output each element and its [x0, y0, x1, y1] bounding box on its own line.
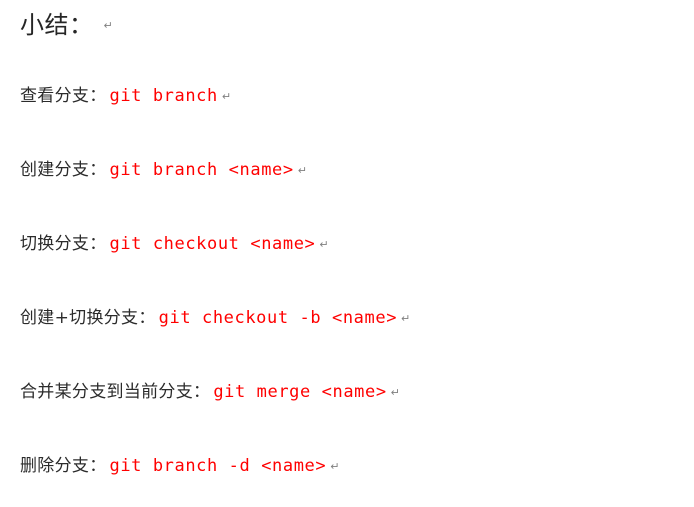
command-line: 合并某分支到当前分支： git merge <name> ↵ — [20, 380, 694, 454]
page-title-text: 小结： — [20, 11, 94, 39]
page-title: 小结： ↵ — [20, 10, 113, 40]
command-list: 查看分支： git branch ↵ 创建分支： git branch <nam… — [20, 84, 694, 507]
return-mark-icon: ↵ — [221, 90, 232, 103]
command-code: git branch <name> — [109, 160, 294, 180]
command-line: 切换分支： git checkout <name> ↵ — [20, 232, 694, 306]
command-label: 删除分支： — [20, 456, 107, 476]
command-line: 创建分支： git branch <name> ↵ — [20, 158, 694, 232]
command-code: git checkout -b <name> — [158, 308, 398, 328]
command-label: 查看分支： — [20, 86, 107, 106]
command-line: 查看分支： git branch ↵ — [20, 84, 694, 158]
command-code: git merge <name> — [213, 382, 387, 402]
command-label: 创建分支： — [20, 160, 107, 180]
command-line: 删除分支： git branch -d <name> ↵ — [20, 454, 694, 507]
return-mark-icon: ↵ — [319, 238, 329, 251]
return-mark-icon: ↵ — [330, 460, 340, 473]
document-page: 小结： ↵ 查看分支： git branch ↵ 创建分支： git branc… — [0, 0, 694, 507]
return-mark-icon: ↵ — [297, 164, 307, 177]
return-mark-icon: ↵ — [390, 386, 400, 399]
command-code: git branch -d <name> — [109, 456, 327, 476]
command-label: 创建+切换分支： — [20, 308, 156, 328]
command-label: 切换分支： — [20, 234, 107, 254]
command-line: 创建+切换分支： git checkout -b <name> ↵ — [20, 306, 694, 380]
command-label: 合并某分支到当前分支： — [20, 382, 211, 402]
command-code: git branch — [109, 86, 218, 106]
return-mark-icon: ↵ — [401, 312, 411, 325]
command-code: git checkout <name> — [109, 234, 316, 254]
return-mark-icon: ↵ — [103, 19, 113, 32]
